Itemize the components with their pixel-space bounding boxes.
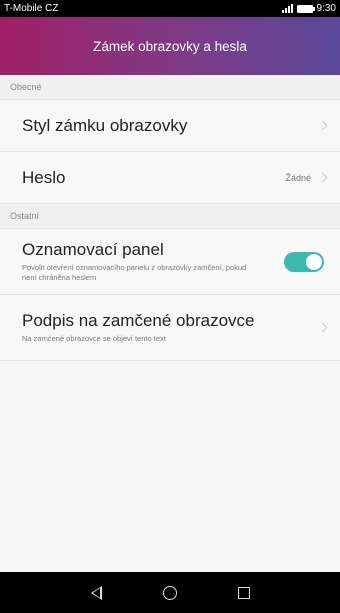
settings-list: Obecné Styl zámku obrazovky Heslo Žádné …: [0, 75, 340, 572]
status-bar: T-Mobile CZ 9:30: [0, 0, 340, 17]
battery-icon: [296, 4, 315, 13]
setting-lock-style[interactable]: Styl zámku obrazovky: [0, 100, 340, 152]
page-title: Zámek obrazovky a hesla: [93, 38, 247, 54]
setting-subtitle: Na zamčené obrazovce se objeví tento tex…: [22, 334, 166, 343]
carrier-name: T-Mobile CZ: [4, 3, 59, 14]
clock: 9:30: [316, 3, 336, 14]
nav-home-icon[interactable]: [162, 585, 177, 600]
app-bar: Zámek obrazovky a hesla: [0, 17, 340, 75]
setting-password[interactable]: Heslo Žádné: [0, 152, 340, 204]
setting-title: Oznamovací panel: [22, 240, 164, 259]
toggle-knob: [306, 253, 322, 270]
section-header-label: Ostatní: [10, 211, 40, 221]
setting-title: Heslo: [22, 167, 66, 187]
chevron-right-icon: [317, 120, 328, 131]
setting-right: [317, 120, 328, 131]
setting-notification-panel[interactable]: Oznamovací panel Povolit otevření oznamo…: [0, 229, 340, 295]
chevron-right-icon: [317, 322, 328, 333]
signal-icon: [281, 4, 293, 13]
section-header-other: Ostatní: [0, 204, 340, 229]
setting-text: Oznamovací panel Povolit otevření oznamo…: [22, 240, 262, 283]
setting-title: Styl zámku obrazovky: [22, 115, 188, 135]
status-icons: 9:30: [281, 3, 336, 14]
nav-recent-icon[interactable]: [237, 586, 250, 599]
section-header-general: Obecné: [0, 75, 340, 100]
setting-value: Žádné: [285, 172, 311, 183]
chevron-right-icon: [317, 172, 328, 183]
navigation-bar: [0, 572, 340, 613]
setting-title: Podpis na zamčené obrazovce: [22, 311, 255, 330]
setting-right: [317, 322, 328, 333]
section-header-label: Obecné: [10, 82, 42, 92]
setting-right: Žádné: [285, 172, 328, 183]
setting-text: Podpis na zamčené obrazovce Na zamčené o…: [22, 311, 262, 344]
setting-subtitle: Povolit otevření oznamovacího panelu z o…: [22, 263, 247, 282]
notification-panel-toggle[interactable]: [284, 251, 324, 272]
nav-back-icon[interactable]: [90, 585, 102, 600]
setting-lockscreen-signature[interactable]: Podpis na zamčené obrazovce Na zamčené o…: [0, 295, 340, 361]
